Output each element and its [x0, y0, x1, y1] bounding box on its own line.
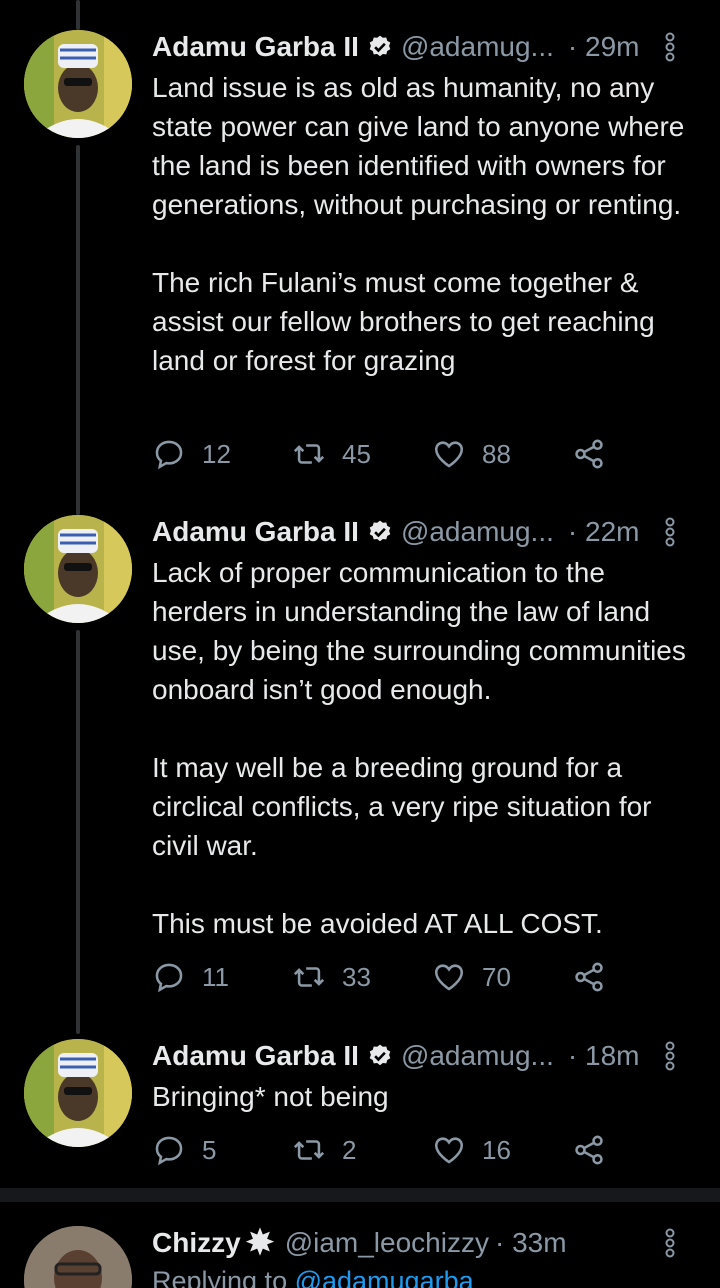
retweet-icon: [293, 967, 325, 987]
reply-button[interactable]: 11: [152, 960, 292, 994]
timestamp[interactable]: · 33m: [495, 1227, 567, 1259]
tweet-actions: 12 45 88: [152, 434, 622, 474]
tweet-text: Lack of proper communication to the herd…: [152, 557, 686, 939]
author-handle[interactable]: @iam_leochizzy: [285, 1227, 489, 1259]
tweet-header: Adamu Garba II @adamug... · 22m: [152, 515, 702, 549]
like-count: 70: [482, 961, 511, 992]
author-name[interactable]: Chizzy: [152, 1227, 241, 1259]
tweet-text: Bringing* not being: [152, 1081, 389, 1112]
more-options-icon[interactable]: [660, 1039, 680, 1073]
retweet-button[interactable]: 2: [292, 1133, 432, 1167]
section-divider: [0, 1188, 720, 1202]
reply-icon: [155, 963, 183, 993]
share-icon: [575, 1135, 603, 1165]
tweet-text: Land issue is as old as humanity, no any…: [152, 72, 685, 376]
thread-line: [76, 0, 80, 30]
replying-to-link[interactable]: @adamugarba: [295, 1266, 474, 1288]
tweet-actions: 11 33 70: [152, 957, 622, 997]
share-button[interactable]: [572, 1133, 622, 1167]
retweet-icon: [293, 444, 325, 464]
reply-button[interactable]: 12: [152, 437, 292, 471]
share-button[interactable]: [572, 437, 622, 471]
share-button[interactable]: [572, 960, 622, 994]
timestamp[interactable]: · 18m: [568, 1040, 640, 1072]
tweet-header: Adamu Garba II @adamug... · 29m: [152, 30, 702, 64]
author-handle[interactable]: @adamug...: [401, 1040, 554, 1072]
share-icon: [575, 439, 603, 469]
retweet-count: 45: [342, 438, 371, 469]
more-options-icon[interactable]: [660, 30, 680, 64]
reply-count: 12: [202, 438, 231, 469]
reply-count: 11: [202, 961, 229, 992]
verified-badge-icon: [369, 35, 391, 57]
thread-line: [76, 145, 80, 515]
tweet[interactable]: Chizzy @iam_leochizzy · 33m Replying to …: [0, 1226, 720, 1288]
more-options-icon[interactable]: [660, 515, 680, 549]
tweet-header: Adamu Garba II @adamug... · 18m: [152, 1039, 702, 1073]
avatar[interactable]: [24, 515, 132, 623]
heart-icon: [434, 441, 464, 468]
retweet-count: 33: [342, 961, 371, 992]
author-name[interactable]: Adamu Garba II: [152, 516, 359, 548]
like-button[interactable]: 88: [432, 437, 572, 471]
verified-badge-icon: [369, 520, 391, 542]
verified-badge-icon: [369, 1044, 391, 1066]
more-options-icon[interactable]: [660, 1226, 680, 1260]
author-handle[interactable]: @adamug...: [401, 31, 554, 63]
avatar[interactable]: [24, 1039, 132, 1147]
retweet-button[interactable]: 45: [292, 437, 432, 471]
retweet-icon: [293, 1140, 325, 1160]
retweet-count: 2: [342, 1134, 357, 1165]
author-handle[interactable]: @adamug...: [401, 516, 554, 548]
like-count: 16: [482, 1134, 511, 1165]
author-name[interactable]: Adamu Garba II: [152, 1040, 359, 1072]
sparkle-badge-icon: [245, 1227, 274, 1256]
like-button[interactable]: 70: [432, 960, 572, 994]
tweet-header: Chizzy @iam_leochizzy · 33m: [152, 1226, 702, 1260]
timestamp[interactable]: · 29m: [568, 31, 640, 63]
heart-icon: [434, 1137, 464, 1164]
like-count: 88: [482, 438, 511, 469]
avatar[interactable]: [24, 30, 132, 138]
reply-count: 5: [202, 1134, 217, 1165]
share-icon: [575, 962, 603, 992]
retweet-button[interactable]: 33: [292, 960, 432, 994]
author-name[interactable]: Adamu Garba II: [152, 31, 359, 63]
like-button[interactable]: 16: [432, 1133, 572, 1167]
avatar[interactable]: [24, 1226, 132, 1288]
reply-icon: [155, 440, 183, 470]
reply-button[interactable]: 5: [152, 1133, 292, 1167]
replying-prefix: Replying to: [152, 1266, 295, 1288]
replying-to: Replying to @adamugarba: [152, 1266, 702, 1288]
heart-icon: [434, 964, 464, 991]
tweet-actions: 5 2 16: [152, 1130, 622, 1170]
thread-line: [76, 630, 80, 1034]
reply-icon: [155, 1136, 183, 1166]
timestamp[interactable]: · 22m: [568, 516, 640, 548]
